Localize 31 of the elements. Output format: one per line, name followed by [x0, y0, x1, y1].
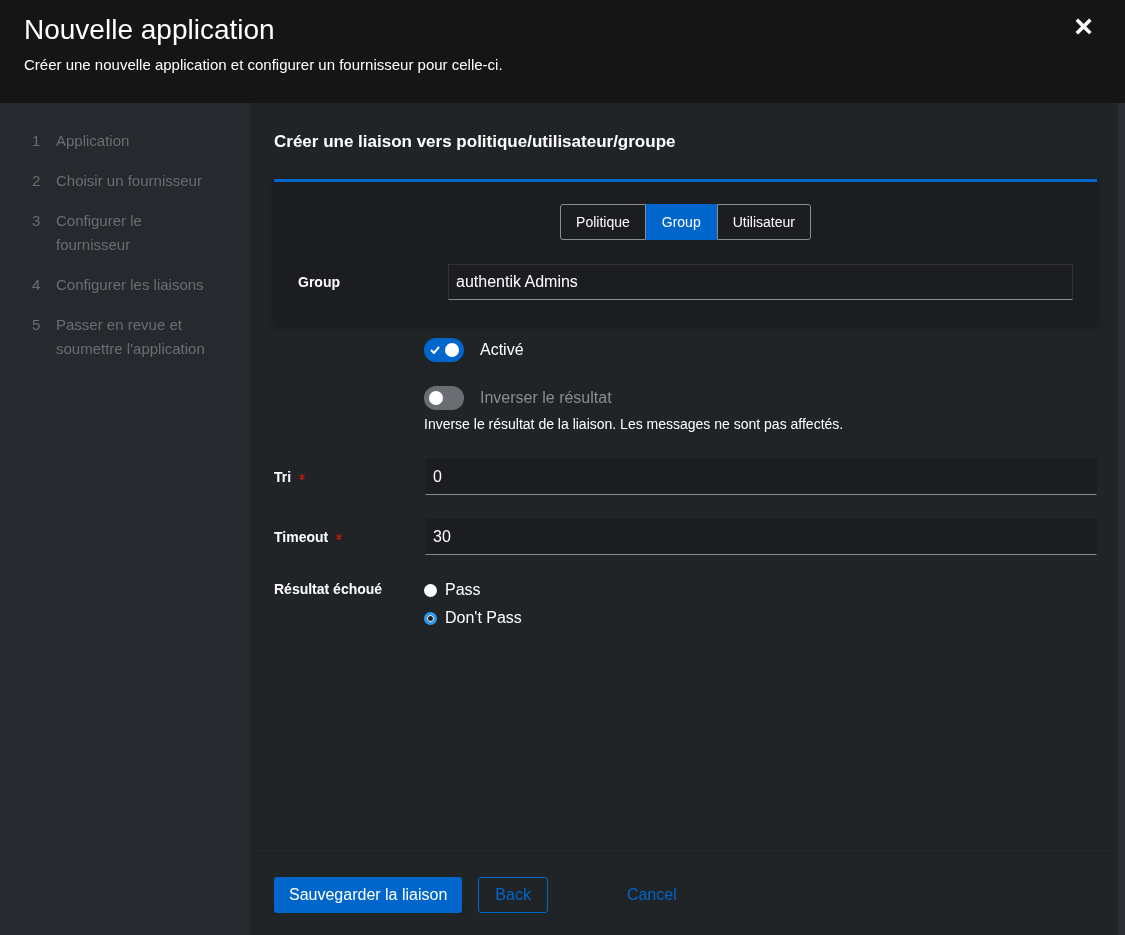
save-button[interactable]: Sauvegarder la liaison: [274, 876, 463, 913]
toggle-tab[interactable]: Utilisateur: [716, 204, 811, 240]
step-number: 4: [32, 275, 40, 295]
field-label: Résultat échoué: [274, 581, 384, 599]
field-label: Group: [298, 274, 341, 290]
radio-label: Pass: [445, 581, 481, 599]
step-number: 3: [32, 211, 40, 231]
cancel-link[interactable]: Cancel: [611, 876, 692, 913]
field-label: Tri: [274, 469, 292, 485]
field-label: Timeout: [274, 529, 329, 545]
toggle-tab[interactable]: Politique: [560, 204, 646, 240]
step-number: 5: [32, 315, 40, 335]
text-field[interactable]: 30: [425, 519, 1097, 555]
switch-label: Inverser le résultat: [480, 389, 612, 407]
text-field[interactable]: 0: [425, 459, 1097, 495]
radio-label: Don't Pass: [445, 609, 522, 627]
switch-label: Activé: [480, 341, 524, 359]
modal-subtitle: Créer une nouvelle application et configurer un fournisseur pour celle-ci.: [24, 56, 503, 73]
toggle-switch[interactable]: [424, 338, 464, 362]
back-button[interactable]: Back: [478, 876, 548, 913]
step-number: 1: [32, 131, 40, 151]
close-button[interactable]: ×: [1066, 6, 1101, 46]
form-title: Créer une liaison vers politique/utilisateur/groupe: [274, 132, 677, 152]
radio-button[interactable]: [424, 583, 437, 597]
help-text: Inverse le résultat de la liaison. Les messages ne sont pas affectés.: [424, 416, 845, 432]
step-number: 2: [32, 171, 40, 191]
check-icon: [430, 346, 440, 354]
radio-button[interactable]: [424, 611, 437, 625]
group-field[interactable]: authentik Admins: [448, 264, 1073, 300]
modal-title: Nouvelle application: [24, 14, 276, 46]
toggle-tab[interactable]: Group: [645, 204, 717, 240]
